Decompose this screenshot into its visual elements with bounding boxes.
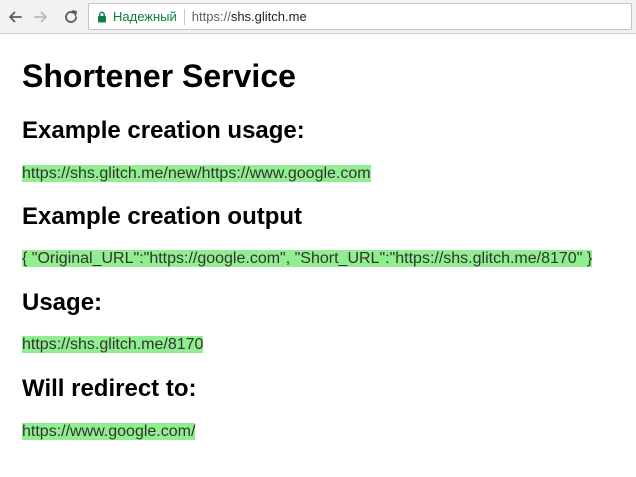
section-heading-creation-output: Example creation output (22, 203, 303, 230)
browser-toolbar: Надежный https:// shs.glitch.me (0, 0, 636, 34)
page-title: Shortener Service (22, 58, 296, 94)
example-creation-output: { "Original_URL":"https://google.com", "… (22, 250, 593, 267)
lock-icon[interactable] (97, 11, 107, 23)
reload-icon (63, 9, 79, 25)
address-bar[interactable]: Надежный https:// shs.glitch.me (88, 3, 632, 30)
example-creation-usage: https://shs.glitch.me/new/https://www.go… (22, 165, 371, 182)
back-button[interactable] (4, 6, 26, 28)
section-heading-redirect: Will redirect to: (22, 375, 197, 402)
section-heading-creation-usage: Example creation usage: (22, 117, 305, 144)
section-heading-usage: Usage: (22, 289, 103, 316)
forward-button[interactable] (30, 6, 52, 28)
omnibox-divider (183, 8, 185, 25)
url-host: shs.glitch.me (230, 9, 307, 24)
example-redirect: https://www.google.com/ (22, 423, 196, 440)
reload-button[interactable] (60, 6, 82, 28)
security-label[interactable]: Надежный (113, 9, 177, 24)
arrow-left-icon (7, 9, 23, 25)
example-usage: https://shs.glitch.me/8170 (22, 336, 204, 353)
arrow-right-icon (33, 9, 49, 25)
url-scheme: https:// (191, 9, 231, 24)
